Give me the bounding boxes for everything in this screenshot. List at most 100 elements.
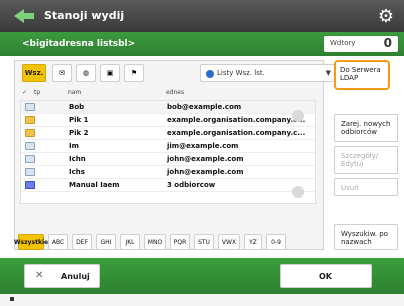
alpha-tab-all[interactable]: Wszystkie — [14, 234, 48, 250]
column-type: tp — [34, 89, 41, 96]
row-name: Ichs — [69, 168, 85, 176]
register-new-recipients-button[interactable]: Zarej. nowych odbiorców — [334, 114, 398, 142]
alpha-tab-stu[interactable]: STU — [194, 234, 214, 250]
envelope-icon — [25, 103, 35, 111]
row-name: Pik 2 — [69, 129, 89, 137]
search-by-name-label: Wyszukiw. po nazwach — [341, 230, 388, 246]
row-email: example.organisation.company.c... — [167, 116, 306, 124]
table-body: Bob bob@example.com Pik 1 example.organi… — [20, 100, 316, 204]
cancel-button[interactable]: ✕ Anuluj — [24, 264, 100, 288]
envelope-icon — [25, 155, 35, 163]
alpha-tab-jkl[interactable]: JKL — [120, 234, 140, 250]
alpha-tab-0-9[interactable]: 0-9 — [266, 234, 286, 250]
status-indicator — [10, 297, 14, 301]
filter-toolbar: Wsz. ✉ ◍ ▣ ⚑ Listy Wsz. lst. ▼ — [14, 64, 340, 82]
group-icon — [25, 116, 35, 124]
filter-group-button[interactable]: ⚑ — [124, 64, 144, 82]
alpha-tab-vwx[interactable]: VWX — [218, 234, 240, 250]
alpha-tab-label: MNO — [147, 238, 163, 246]
alpha-tab-yz[interactable]: YZ — [244, 234, 262, 250]
list-icon — [206, 70, 214, 78]
table-row[interactable]: Pik 2 example.organisation.company.c... — [21, 127, 315, 140]
row-name: Ichn — [69, 155, 86, 163]
chevron-down-icon: ▼ — [325, 69, 331, 77]
address-book-label: <bigitadresna listsbl> — [22, 39, 136, 49]
row-name: Im — [69, 142, 79, 150]
filter-internet-button[interactable]: ◍ — [76, 64, 96, 82]
register-new-recipients-label: Zarej. nowych odbiorców — [341, 120, 391, 136]
delete-button[interactable]: Usuń — [334, 178, 398, 196]
details-edit-label: Szczegóły/ Edytuj — [341, 152, 379, 168]
row-email: john@example.com — [167, 155, 244, 163]
alpha-tab-pqr[interactable]: PQR — [170, 234, 190, 250]
alpha-tab-label: DEF — [76, 238, 88, 246]
arrow-icon — [14, 9, 34, 23]
row-email: example.organisation.company.c... — [167, 129, 306, 137]
selected-label: Wdtory — [330, 39, 356, 47]
alpha-tab-label: VWX — [221, 238, 237, 246]
group-icon: ⚑ — [130, 69, 138, 77]
alpha-tab-label: GHI — [100, 238, 112, 246]
table-scrollbar[interactable] — [292, 100, 304, 204]
column-email: ednes — [166, 89, 185, 96]
alpha-tab-ghi[interactable]: GHI — [96, 234, 116, 250]
ok-button[interactable]: OK — [280, 264, 372, 288]
alpha-tab-label: STU — [198, 238, 210, 246]
footer-strip — [0, 294, 404, 306]
alpha-tab-label: 0-9 — [271, 238, 281, 246]
scroll-down-button[interactable] — [292, 186, 304, 198]
page-title: Stanoji wydij — [44, 9, 125, 22]
table-row[interactable]: Manual Iaem 3 odbiorcow — [21, 179, 315, 192]
row-name: Pik 1 — [69, 116, 89, 124]
filter-all-button[interactable]: Wsz. — [22, 64, 46, 82]
globe-icon: ◍ — [82, 69, 90, 77]
table-row[interactable]: Ichn john@example.com — [21, 153, 315, 166]
search-by-name-button[interactable]: Wyszukiw. po nazwach — [334, 224, 398, 250]
selected-counter: Wdtory 0 — [324, 36, 398, 52]
alphabet-index: Wszystkie ABC DEF GHI JKL MNO PQR STU VW… — [14, 234, 316, 250]
close-icon: ✕ — [35, 270, 44, 281]
row-name: Bob — [69, 103, 85, 111]
scroll-up-button[interactable] — [292, 110, 304, 122]
row-email: jim@example.com — [167, 142, 239, 150]
alpha-tab-def[interactable]: DEF — [72, 234, 92, 250]
shared-icon — [25, 181, 35, 189]
envelope-icon — [25, 142, 35, 150]
alpha-tab-label: JKL — [125, 238, 135, 246]
dropdown-value: Listy Wsz. lst. — [217, 69, 265, 77]
table-row[interactable]: Bob bob@example.com — [21, 101, 315, 114]
alpha-tab-mno[interactable]: MNO — [144, 234, 166, 250]
alpha-tab-label: PQR — [173, 238, 187, 246]
cancel-label: Anuluj — [61, 272, 90, 281]
filter-fax-button[interactable]: ▣ — [100, 64, 120, 82]
filter-email-button[interactable]: ✉ — [52, 64, 72, 82]
alpha-tab-label: Wszystkie — [13, 238, 49, 246]
ok-label: OK — [319, 272, 332, 281]
table-row[interactable]: Pik 1 example.organisation.company.c... — [21, 114, 315, 127]
group-icon — [25, 129, 35, 137]
envelope-icon: ✉ — [59, 69, 65, 77]
row-name: Manual Iaem — [69, 181, 120, 189]
alpha-tab-label: ABC — [51, 238, 65, 246]
table-header: ✓ tp nam ednes — [20, 86, 316, 100]
filter-all-label: Wsz. — [24, 69, 44, 77]
ldap-label: Do Serwera LDAP — [340, 66, 381, 82]
row-email: john@example.com — [167, 168, 244, 176]
row-email: 3 odbiorcow — [167, 181, 216, 189]
delete-label: Usuń — [341, 184, 359, 192]
recipient-table: ✓ tp nam ednes Bob bob@example.com Pik 1… — [20, 86, 316, 204]
details-edit-button[interactable]: Szczegóły/ Edytuj — [334, 146, 398, 174]
title-bar: Stanoji wydij ⚙ — [0, 0, 404, 32]
column-check: ✓ — [22, 89, 28, 96]
alpha-tab-abc[interactable]: ABC — [48, 234, 68, 250]
selected-count: 0 — [383, 36, 392, 50]
ldap-button[interactable]: Do Serwera LDAP — [334, 60, 390, 90]
gear-icon[interactable]: ⚙ — [378, 6, 394, 27]
alpha-tab-label: YZ — [249, 238, 257, 246]
table-row[interactable]: Im jim@example.com — [21, 140, 315, 153]
address-list-dropdown[interactable]: Listy Wsz. lst. ▼ — [200, 64, 340, 82]
row-email: bob@example.com — [167, 103, 242, 111]
action-bar: ✕ Anuluj OK — [0, 258, 404, 294]
table-row[interactable]: Ichs john@example.com — [21, 166, 315, 179]
column-name: nam — [68, 89, 82, 96]
